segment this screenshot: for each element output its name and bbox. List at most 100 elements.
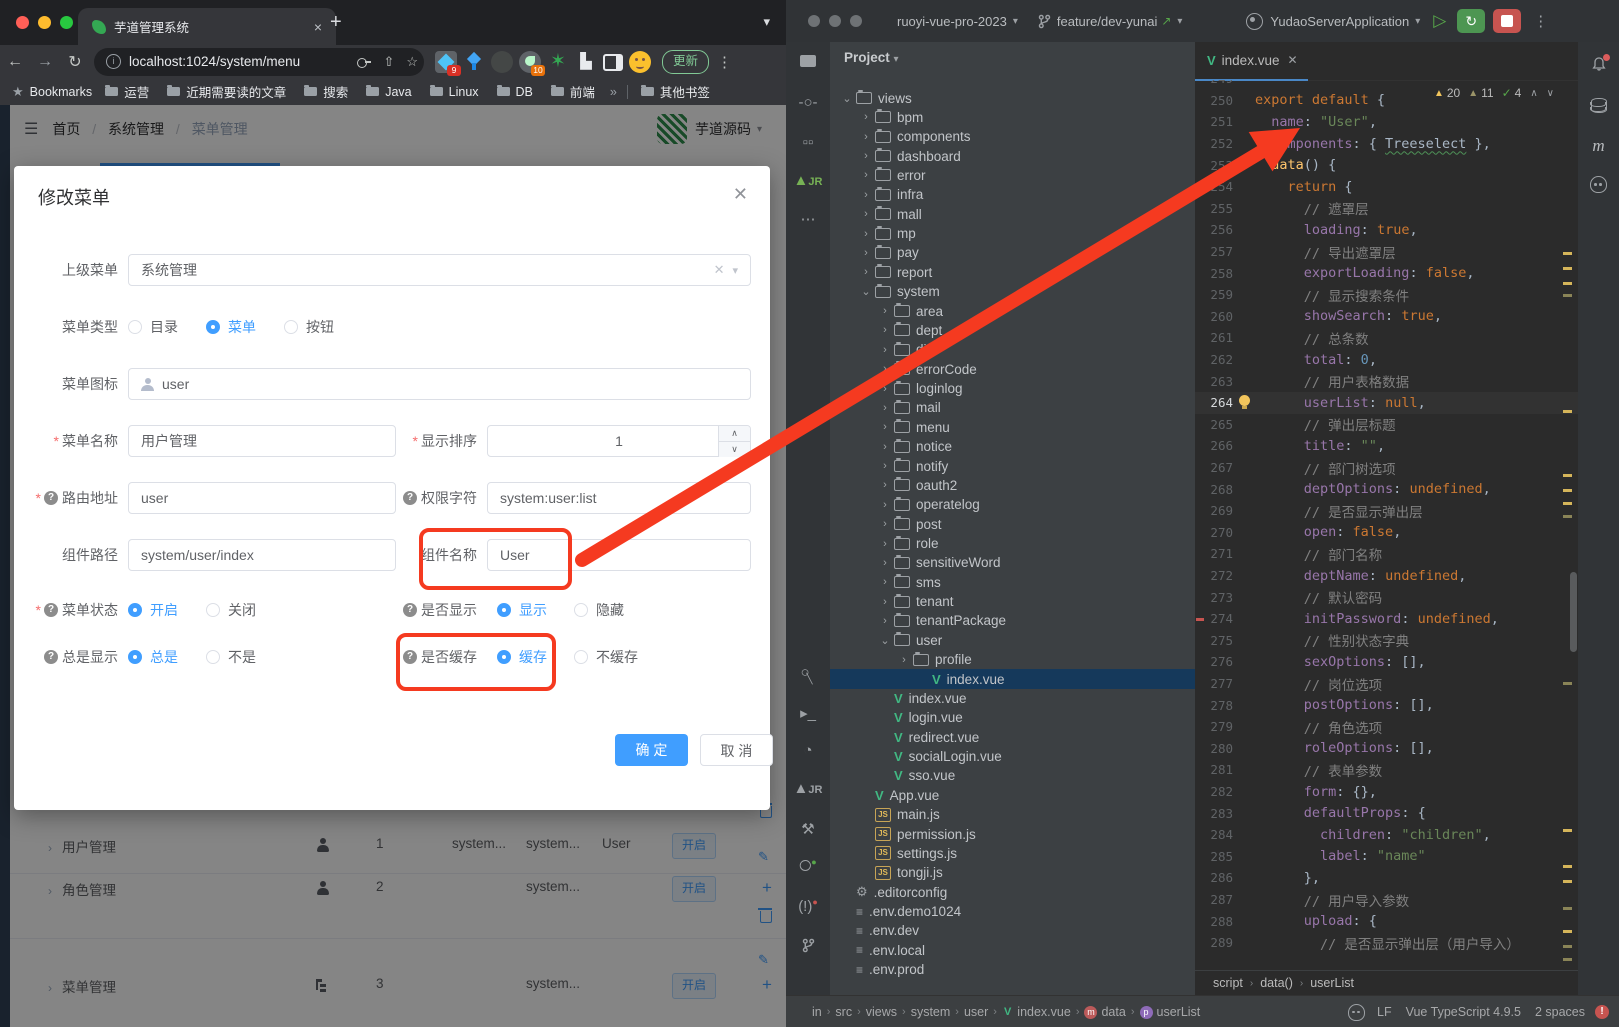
bookmark-folder-item[interactable]: Java	[366, 85, 411, 99]
prev-problem-icon[interactable]: ∧	[1530, 88, 1537, 99]
tree-item-redirect-vue[interactable]: Vredirect.vue	[830, 727, 1195, 747]
profiler-tool-icon[interactable]: ◔	[786, 742, 830, 759]
run-configuration[interactable]: YudaoServerApplication	[1270, 14, 1409, 29]
tree-item-infra[interactable]: ›infra	[830, 185, 1195, 205]
tree-item-main-js[interactable]: JSmain.js	[830, 805, 1195, 825]
tree-chevron-icon[interactable]: ›	[859, 150, 873, 162]
radio-visible-show[interactable]: 显示	[497, 600, 547, 620]
tree-chevron-icon[interactable]: ›	[878, 460, 892, 472]
component-path-input[interactable]: system/user/index	[128, 539, 396, 571]
bookmark-folder-item[interactable]: 近期需要读的文章	[167, 82, 286, 101]
tree-item--env-local[interactable]: ≡.env.local	[830, 940, 1195, 960]
radio-visible-hide[interactable]: 隐藏	[574, 600, 624, 620]
new-tab-button[interactable]: +	[330, 12, 342, 32]
tree-item-dashboard[interactable]: ›dashboard	[830, 146, 1195, 166]
tree-item-app-vue[interactable]: VApp.vue	[830, 785, 1195, 805]
password-key-icon[interactable]	[357, 58, 371, 66]
window-zoom-button[interactable]	[850, 15, 862, 27]
tree-item-mp[interactable]: ›mp	[830, 224, 1195, 244]
forward-button[interactable]: →	[30, 53, 60, 71]
tree-chevron-icon[interactable]: ›	[878, 518, 892, 530]
git-tool-icon[interactable]	[786, 938, 830, 957]
bookmark-folder-item[interactable]: DB	[497, 85, 533, 99]
browser-menu-kebab-icon[interactable]: ⋮	[717, 53, 732, 71]
intention-bulb-icon[interactable]	[1239, 395, 1250, 406]
bean-status-icon[interactable]	[1348, 1004, 1365, 1021]
tree-chevron-icon[interactable]: ›	[878, 402, 892, 414]
jrebel-icon[interactable]: ▲JR	[786, 172, 830, 189]
editor-tab-index-vue[interactable]: V index.vue ✕	[1195, 41, 1308, 81]
status-path-item[interactable]: data	[1101, 1005, 1125, 1019]
editor-area[interactable]: V index.vue ✕ ▲20 ▲11 ✓4 ∧ ∨ 249250expor…	[1195, 42, 1578, 995]
radio-type-menu[interactable]: 菜单	[206, 317, 256, 337]
jrebel-run-icon[interactable]: ▲JR	[786, 780, 830, 797]
status-path-item[interactable]: in	[812, 1005, 822, 1019]
tree-item-sso-vue[interactable]: Vsso.vue	[830, 766, 1195, 786]
tree-chevron-icon[interactable]: ›	[878, 305, 892, 317]
reload-button[interactable]: ↻	[60, 52, 90, 72]
address-bar[interactable]: i localhost:1024/system/menu ⇧ ☆	[94, 48, 424, 76]
back-button[interactable]: ←	[0, 53, 30, 71]
status-path-item[interactable]: index.vue	[1017, 1005, 1071, 1019]
tab-close-icon[interactable]: ×	[310, 19, 326, 35]
tree-chevron-icon[interactable]: ›	[897, 654, 911, 666]
stepper-buttons[interactable]: ∧∨	[718, 426, 750, 456]
tree-chevron-icon[interactable]: ›	[878, 441, 892, 453]
file-type-indicator[interactable]: Vue TypeScript 4.9.5	[1406, 1005, 1521, 1019]
tree-item-error[interactable]: ›error	[830, 165, 1195, 185]
rerun-button[interactable]: ↻	[1457, 9, 1485, 33]
menu-icon-input[interactable]: user	[128, 368, 751, 400]
editor-breadcrumbs[interactable]: script› data()› userList	[1195, 970, 1578, 995]
commit-tool-icon[interactable]: -○-	[786, 94, 830, 111]
run-button[interactable]: ▷	[1433, 11, 1446, 31]
bookmark-folder-item[interactable]: 前端	[551, 82, 595, 101]
tree-item-mall[interactable]: ›mall	[830, 204, 1195, 224]
dialog-close-icon[interactable]: ✕	[733, 184, 748, 205]
spring-bean-tool-icon[interactable]	[1578, 176, 1619, 193]
tree-item-loginlog[interactable]: ›loginlog	[830, 379, 1195, 399]
status-path-item[interactable]: userList	[1157, 1005, 1201, 1019]
status-path-item[interactable]: views	[866, 1005, 897, 1019]
tree-item-settings-js[interactable]: JSsettings.js	[830, 843, 1195, 863]
tab-close-icon[interactable]: ✕	[1287, 53, 1297, 67]
tree-item-menu[interactable]: ›menu	[830, 417, 1195, 437]
minimize-window-button[interactable]	[38, 16, 51, 29]
tree-item-permission-js[interactable]: JSpermission.js	[830, 824, 1195, 844]
status-path-item[interactable]: src	[835, 1005, 852, 1019]
route-path-input[interactable]: user	[128, 482, 396, 514]
tree-item-sociallogin-vue[interactable]: VsocialLogin.vue	[830, 747, 1195, 767]
extension-icon-star[interactable]: ✶	[547, 51, 569, 73]
indent-indicator[interactable]: 2 spaces	[1535, 1005, 1585, 1019]
crumb-script[interactable]: script	[1213, 976, 1243, 990]
bookmark-folder-item[interactable]: Linux	[430, 85, 479, 99]
tree-chevron-icon[interactable]: ›	[878, 324, 892, 336]
tree-item-pay[interactable]: ›pay	[830, 243, 1195, 263]
tree-item-tongji-js[interactable]: JStongji.js	[830, 863, 1195, 883]
tree-chevron-icon[interactable]: ›	[859, 208, 873, 220]
tree-item-system[interactable]: ⌄system	[830, 282, 1195, 302]
tree-item--editorconfig[interactable]: ⚙.editorconfig	[830, 882, 1195, 902]
tab-search-chevron-icon[interactable]: ▾	[763, 14, 770, 30]
tree-item--env-prod[interactable]: ≡.env.prod	[830, 960, 1195, 980]
profile-avatar[interactable]	[629, 51, 651, 73]
tree-chevron-icon[interactable]: ⌄	[859, 285, 873, 298]
permission-input[interactable]: system:user:list	[487, 482, 751, 514]
extension-icon-grid[interactable]: 9	[435, 51, 457, 73]
radio-status-open[interactable]: 开启	[128, 600, 178, 620]
window-minimize-button[interactable]	[829, 15, 841, 27]
tree-chevron-icon[interactable]: ›	[878, 363, 892, 375]
side-panel-icon[interactable]	[603, 54, 623, 71]
chrome-update-button[interactable]: 更新	[662, 50, 709, 74]
extensions-puzzle-icon[interactable]: ▙	[575, 51, 597, 73]
problems-tool-icon[interactable]: (!)●	[786, 898, 830, 915]
maven-tool-icon[interactable]: m	[1578, 136, 1619, 156]
structure-tool-icon[interactable]: ▫▫	[786, 134, 830, 151]
error-status-icon[interactable]: !	[1595, 1005, 1609, 1019]
project-tool-icon[interactable]	[786, 54, 830, 71]
display-order-stepper[interactable]: 1 ∧∨	[487, 425, 751, 457]
extension-icon-kite[interactable]	[463, 51, 485, 73]
tree-chevron-icon[interactable]: ›	[878, 479, 892, 491]
project-panel-title[interactable]: Project ▾	[844, 50, 899, 65]
tree-item-views[interactable]: ⌄views	[830, 88, 1195, 108]
clear-icon[interactable]: ✕	[714, 262, 725, 278]
